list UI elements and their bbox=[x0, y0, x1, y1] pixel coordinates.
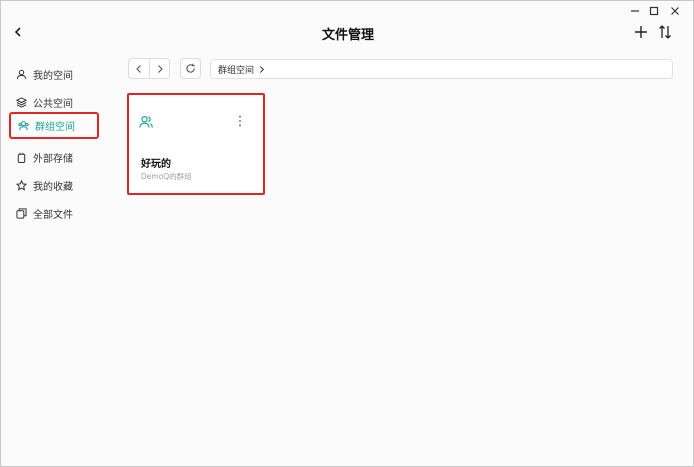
close-button[interactable] bbox=[665, 3, 685, 19]
refresh-button[interactable] bbox=[180, 58, 201, 79]
group-name: 好玩的 bbox=[141, 159, 171, 170]
minimize-icon bbox=[631, 10, 639, 12]
chevron-right-icon bbox=[259, 65, 265, 73]
history-nav bbox=[128, 58, 170, 79]
app-window: 文件管理 我的空间 公共空间 群组空间 外部存储 我的收藏 全部文件 群组空间 … bbox=[0, 0, 694, 467]
group-card[interactable]: 好玩的 DemoQ的群组 bbox=[127, 93, 265, 195]
chevron-left-icon bbox=[136, 64, 141, 73]
drive-icon bbox=[17, 152, 26, 163]
sidebar-item-label: 公共空间 bbox=[33, 98, 73, 110]
sort-icon bbox=[659, 25, 671, 39]
refresh-icon bbox=[186, 63, 195, 73]
group-icon bbox=[139, 115, 153, 128]
chevron-right-icon bbox=[157, 64, 163, 73]
layers-icon bbox=[16, 96, 27, 108]
minimize-button[interactable] bbox=[625, 3, 645, 19]
sort-button[interactable] bbox=[656, 23, 674, 41]
sidebar-item-my-space[interactable]: 我的空间 bbox=[9, 61, 99, 87]
user-icon bbox=[16, 69, 27, 79]
maximize-button[interactable] bbox=[644, 3, 664, 19]
sidebar-item-favorites[interactable]: 我的收藏 bbox=[9, 172, 99, 198]
sidebar-item-group-space[interactable]: 群组空间 bbox=[9, 112, 99, 139]
group-more-button[interactable] bbox=[233, 113, 247, 129]
sidebar-item-label: 全部文件 bbox=[33, 209, 73, 221]
files-icon bbox=[16, 207, 27, 219]
sidebar-item-all-files[interactable]: 全部文件 bbox=[9, 200, 99, 226]
page-title: 文件管理 bbox=[321, 28, 374, 43]
add-button[interactable] bbox=[632, 23, 650, 41]
more-vertical-icon bbox=[239, 115, 241, 127]
sidebar-item-label: 我的收藏 bbox=[33, 181, 73, 193]
plus-icon bbox=[635, 26, 647, 38]
nav-back-button[interactable] bbox=[129, 59, 149, 78]
breadcrumb-item[interactable]: 群组空间 bbox=[218, 63, 254, 76]
close-icon bbox=[671, 7, 679, 15]
breadcrumb[interactable]: 群组空间 bbox=[210, 59, 673, 79]
sidebar-item-label: 我的空间 bbox=[33, 70, 73, 82]
sidebar-item-label: 外部存储 bbox=[33, 153, 73, 165]
maximize-icon bbox=[649, 6, 659, 16]
group-owner: DemoQ的群组 bbox=[141, 172, 192, 181]
nav-forward-button[interactable] bbox=[149, 59, 169, 78]
sidebar-item-external-storage[interactable]: 外部存储 bbox=[9, 144, 99, 170]
group-icon bbox=[18, 121, 29, 131]
sidebar-item-label: 群组空间 bbox=[35, 122, 75, 133]
star-icon bbox=[16, 179, 27, 191]
